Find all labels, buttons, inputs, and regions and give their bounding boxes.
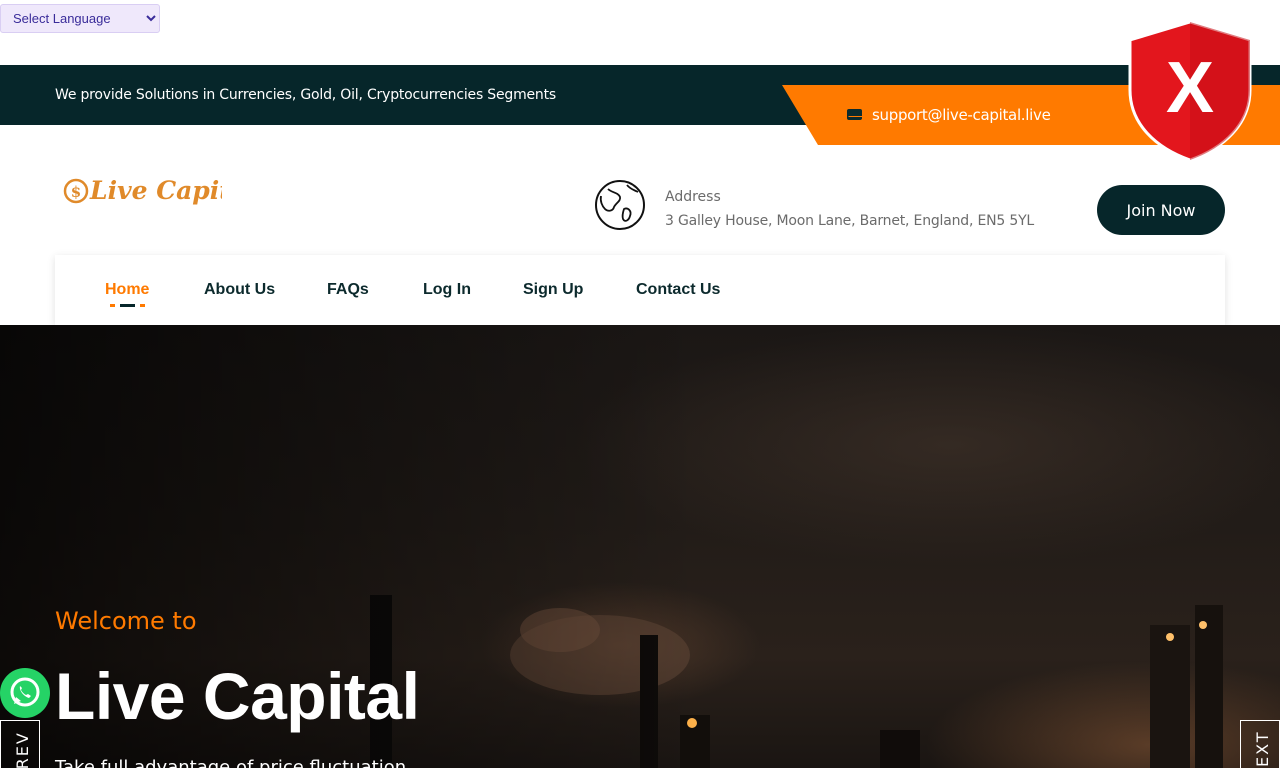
main-nav: Home About Us FAQs Log In Sign Up Contac…: [55, 255, 1225, 325]
tagline: We provide Solutions in Currencies, Gold…: [55, 87, 556, 103]
nav-item-home[interactable]: Home: [105, 281, 149, 299]
nav-item-contact-us[interactable]: Contact Us: [636, 281, 720, 299]
hero-slider: Welcome to Live Capital Take full advant…: [0, 325, 1280, 768]
address-value: 3 Galley House, Moon Lane, Barnet, Engla…: [665, 213, 1035, 229]
shield-x-icon[interactable]: X: [1126, 20, 1254, 162]
language-select[interactable]: Select Language: [0, 4, 160, 33]
prev-label: PREV: [13, 731, 32, 768]
slider-prev-button[interactable]: PREV: [0, 720, 40, 768]
hero-welcome: Welcome to: [55, 607, 197, 635]
whatsapp-icon: [10, 677, 40, 707]
active-indicator: [110, 304, 146, 307]
globe-icon: [595, 180, 645, 230]
whatsapp-button[interactable]: [0, 668, 50, 718]
hero-subtitle: Take full advantage of price fluctuation: [55, 757, 407, 768]
address-label: Address: [665, 189, 721, 205]
svg-text:$: $: [71, 183, 81, 201]
logo-text: Live Capital: [89, 176, 222, 205]
hero-title: Live Capital: [55, 659, 420, 733]
support-email-link[interactable]: support@live-capital.live: [872, 106, 1051, 124]
slider-next-button[interactable]: NEXT: [1240, 720, 1280, 768]
shield-letter: X: [1166, 48, 1214, 128]
nav-item-sign-up[interactable]: Sign Up: [523, 281, 583, 299]
logo[interactable]: $ Live Capital: [62, 170, 222, 212]
nav-item-log-in[interactable]: Log In: [423, 281, 471, 299]
envelope-icon: [847, 109, 862, 120]
next-label: NEXT: [1253, 730, 1272, 768]
nav-item-faqs[interactable]: FAQs: [327, 281, 369, 299]
nav-item-about-us[interactable]: About Us: [204, 281, 275, 299]
join-now-button[interactable]: Join Now: [1097, 185, 1225, 235]
